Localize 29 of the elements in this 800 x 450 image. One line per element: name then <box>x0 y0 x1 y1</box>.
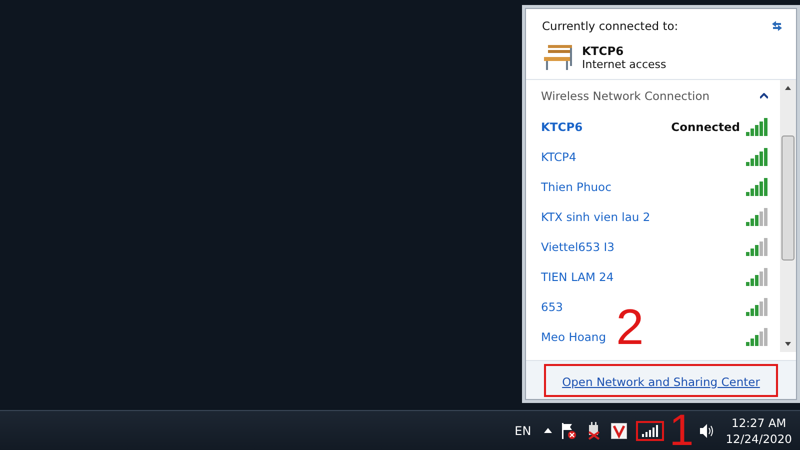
chevron-icon[interactable] <box>760 93 768 99</box>
network-name[interactable]: KTX sinh vien lau 2 <box>541 210 650 224</box>
network-name[interactable]: Viettel653 I3 <box>541 240 614 254</box>
flyout-heading: Currently connected to: <box>542 19 678 33</box>
network-name[interactable]: Meo Hoang <box>541 330 606 344</box>
connection-status: Connected <box>671 120 740 134</box>
section-header[interactable]: Wireless Network Connection <box>541 80 768 112</box>
refresh-icon[interactable] <box>770 19 784 33</box>
bench-icon <box>542 43 574 71</box>
network-name[interactable]: 653 <box>541 300 563 314</box>
signal-icon[interactable] <box>642 424 658 436</box>
flag-icon[interactable] <box>561 422 578 440</box>
plug-icon[interactable] <box>586 422 602 440</box>
language-indicator[interactable]: EN <box>514 424 532 438</box>
scrollbar[interactable] <box>780 80 796 352</box>
network-name[interactable]: KTCP4 <box>541 150 576 164</box>
current-network-name: KTCP6 <box>582 44 625 58</box>
network-name[interactable]: TIEN LAM 24 <box>541 270 614 284</box>
clock[interactable]: 12:27 AM 12/24/2020 <box>726 414 792 446</box>
time-text: 12:27 AM <box>732 414 786 430</box>
speaker-icon[interactable] <box>698 422 715 438</box>
date-text: 12/24/2020 <box>726 430 792 446</box>
annotation-number: 1 <box>669 412 694 448</box>
annotation-number: 2 <box>616 302 644 352</box>
internet-status: Internet access <box>582 58 666 70</box>
v-logo-icon[interactable] <box>611 422 628 438</box>
network-name[interactable]: KTCP6 <box>541 120 583 134</box>
network-name[interactable]: Thien Phuoc <box>541 180 612 194</box>
caret-icon[interactable] <box>544 428 552 433</box>
